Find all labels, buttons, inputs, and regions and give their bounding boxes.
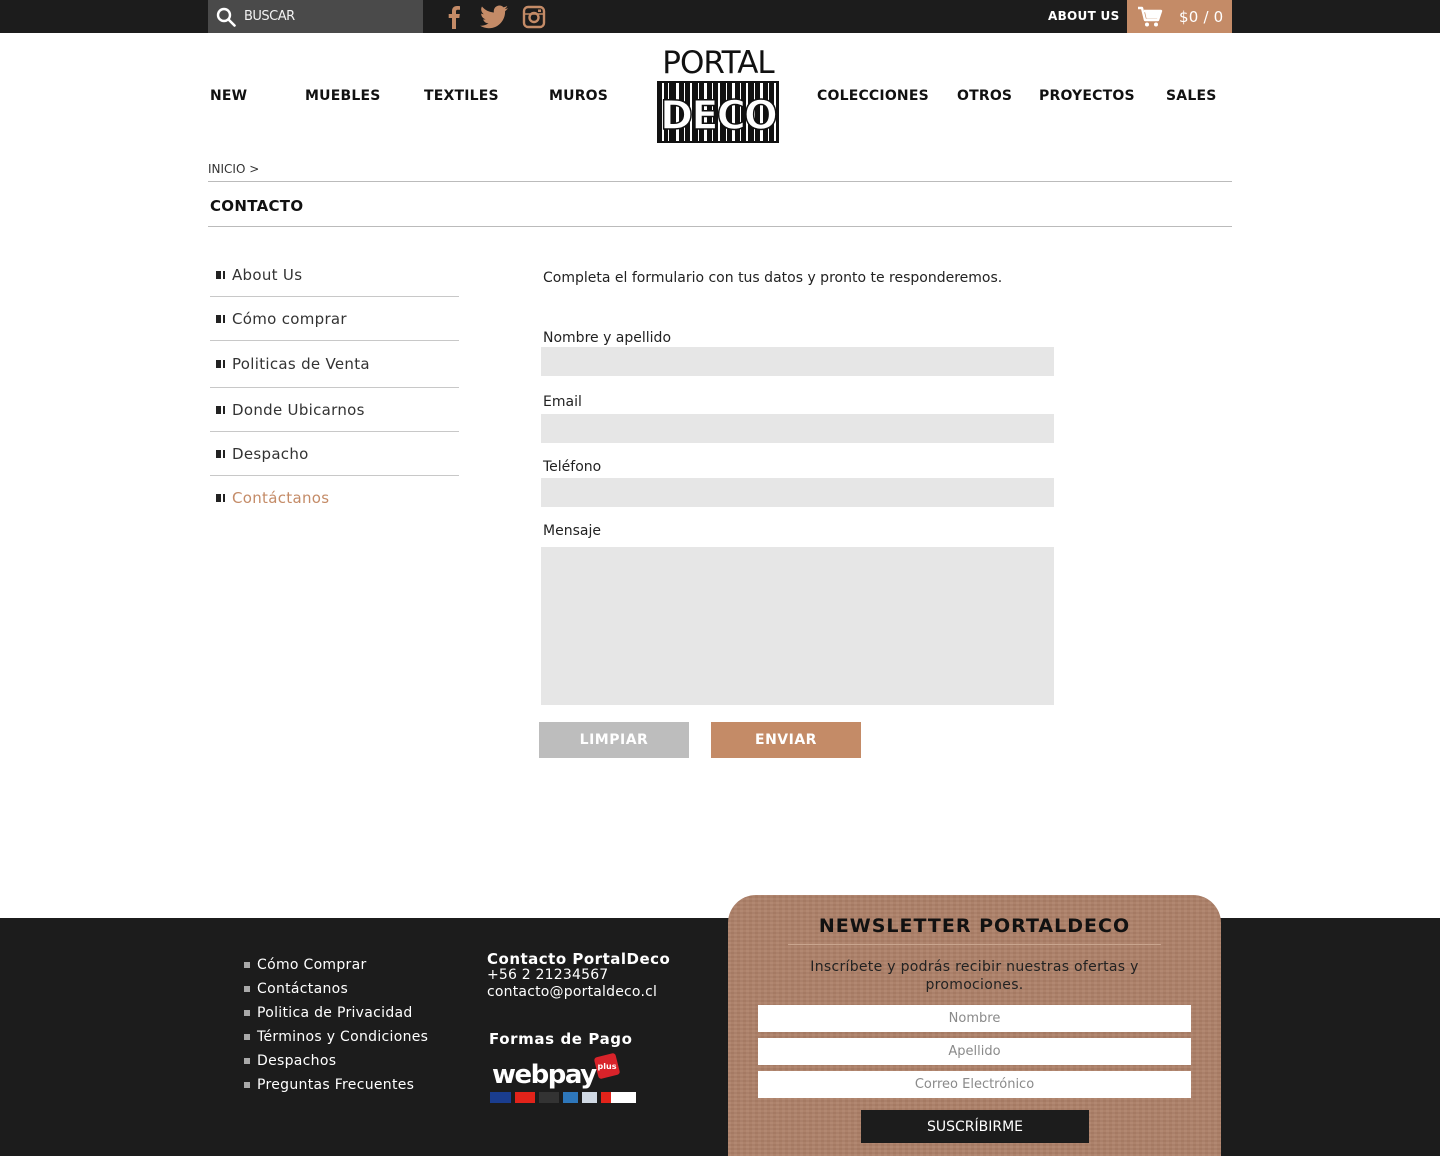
cart-button[interactable]: $0 / 0 (1127, 0, 1232, 33)
footer-link-label: Cómo Comprar (257, 957, 367, 973)
newsletter-panel: NEWSLETTER PORTALDECO Inscríbete y podrá… (728, 895, 1221, 1156)
side-item-contactanos[interactable]: Contáctanos (210, 476, 459, 520)
bullet-icon (216, 449, 223, 458)
send-button[interactable]: ENVIAR (711, 722, 861, 758)
footer-links: Cómo Comprar Contáctanos Politica de Pri… (244, 953, 428, 1097)
side-item-como-comprar[interactable]: Cómo comprar (210, 297, 459, 341)
side-menu: About Us Cómo comprar Politicas de Venta… (210, 253, 459, 520)
name-label: Nombre y apellido (543, 330, 672, 346)
phone-label: Teléfono (543, 459, 602, 475)
breadcrumb[interactable]: INICIO > (208, 162, 259, 176)
nav-sales[interactable]: SALES (1166, 88, 1217, 104)
side-item-label: Politicas de Venta (232, 355, 370, 373)
webpay-logo: webpay plus (490, 1053, 636, 1103)
portaldeco-logo[interactable]: PORTAL DECO (656, 45, 780, 144)
side-item-label: About Us (232, 265, 303, 284)
footer-link-preguntas[interactable]: Preguntas Frecuentes (244, 1073, 428, 1097)
side-item-label: Despacho (232, 444, 309, 463)
square-bullet-icon (244, 962, 250, 968)
bullet-icon (216, 405, 223, 414)
search-icon[interactable] (216, 7, 236, 27)
square-bullet-icon (244, 1058, 250, 1064)
search-input[interactable] (244, 9, 404, 24)
cart-total: $0 / 0 (1179, 7, 1224, 26)
square-bullet-icon (244, 1082, 250, 1088)
divider (208, 181, 1232, 182)
bullet-icon (216, 314, 223, 323)
bullet-icon (216, 270, 223, 279)
subscribe-button[interactable]: SUSCRÍBIRME (861, 1110, 1089, 1143)
divider (788, 944, 1161, 945)
side-item-donde-ubicarnos[interactable]: Donde Ubicarnos (210, 388, 459, 432)
footer-link-despachos[interactable]: Despachos (244, 1049, 428, 1073)
square-bullet-icon (244, 1034, 250, 1040)
footer-link-label: Despachos (257, 1053, 337, 1069)
side-item-label: Cómo comprar (232, 309, 347, 328)
name-field[interactable] (541, 347, 1054, 376)
twitter-icon (480, 5, 508, 29)
newsletter-lastname-input[interactable] (758, 1038, 1191, 1065)
nav-new[interactable]: NEW (210, 88, 247, 104)
footer-link-como-comprar[interactable]: Cómo Comprar (244, 953, 428, 977)
nav-muebles[interactable]: MUEBLES (305, 88, 381, 104)
square-bullet-icon (244, 1010, 250, 1016)
clear-button[interactable]: LIMPIAR (539, 722, 689, 758)
footer-link-privacidad[interactable]: Politica de Privacidad (244, 1001, 428, 1025)
side-item-label: Donde Ubicarnos (232, 400, 365, 419)
footer-link-contactanos[interactable]: Contáctanos (244, 977, 428, 1001)
phone-field[interactable] (541, 478, 1054, 507)
twitter-link[interactable] (480, 4, 508, 30)
page-title: CONTACTO (210, 197, 304, 215)
footer-link-label: Contáctanos (257, 981, 349, 997)
contact-title: Contacto PortalDeco (487, 950, 671, 968)
newsletter-text: Inscríbete y podrás recibir nuestras ofe… (810, 959, 1139, 993)
nav-colecciones[interactable]: COLECCIONES (817, 88, 929, 104)
cart-icon (1138, 6, 1163, 26)
webpay-word: webpay (492, 1060, 597, 1090)
nav-muros[interactable]: MUROS (549, 88, 608, 104)
contact-email[interactable]: contacto@portaldeco.cl (487, 984, 657, 1000)
facebook-icon (448, 6, 460, 29)
footer (0, 918, 1440, 1156)
message-field[interactable] (541, 547, 1054, 705)
footer-link-label: Términos y Condiciones (257, 1029, 429, 1045)
divider (208, 226, 1232, 227)
side-item-about-us[interactable]: About Us (210, 253, 459, 297)
square-bullet-icon (244, 986, 250, 992)
footer-link-terminos[interactable]: Términos y Condiciones (244, 1025, 428, 1049)
webpay-badge: plus (598, 1062, 617, 1071)
logo-line1: PORTAL (662, 45, 775, 81)
top-bar: ABOUT US $0 / 0 (0, 0, 1440, 33)
newsletter-title: NEWSLETTER PORTALDECO (818, 915, 1131, 937)
facebook-link[interactable] (445, 4, 463, 30)
footer-link-label: Preguntas Frecuentes (257, 1077, 415, 1093)
bullet-icon (216, 494, 223, 502)
contact-phone[interactable]: +56 2 21234567 (487, 967, 608, 983)
footer-link-label: Politica de Privacidad (257, 1005, 413, 1021)
form-intro: Completa el formulario con tus datos y p… (543, 270, 1003, 286)
nav-textiles[interactable]: TEXTILES (424, 88, 499, 104)
nav-proyectos[interactable]: PROYECTOS (1039, 88, 1135, 104)
message-label: Mensaje (543, 523, 601, 539)
search-box[interactable] (208, 0, 423, 33)
newsletter-name-input[interactable] (758, 1005, 1191, 1032)
nav-otros[interactable]: OTROS (957, 88, 1012, 104)
side-item-despacho[interactable]: Despacho (210, 432, 459, 476)
side-item-politicas-de-venta[interactable]: Politicas de Venta (210, 341, 459, 388)
instagram-icon (522, 5, 546, 29)
bullet-icon (216, 360, 223, 368)
instagram-link[interactable] (522, 4, 546, 30)
about-us-link[interactable]: ABOUT US (1048, 9, 1120, 23)
side-item-label: Contáctanos (232, 489, 330, 507)
email-label: Email (543, 394, 582, 410)
newsletter-email-input[interactable] (758, 1071, 1191, 1098)
email-field[interactable] (541, 414, 1054, 443)
payment-title: Formas de Pago (489, 1030, 633, 1048)
logo-line2: DECO (660, 93, 776, 139)
